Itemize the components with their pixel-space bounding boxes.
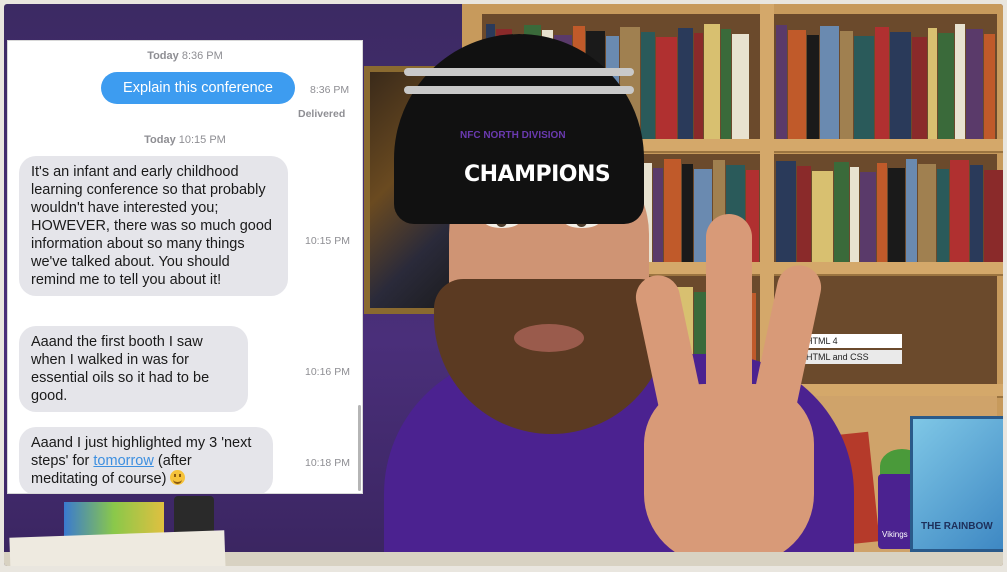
book-spine: [966, 29, 983, 139]
three-finger-hand: [614, 214, 834, 566]
book-spine: [970, 165, 983, 262]
rainbow-fish-poster: THE RAINBOW: [910, 416, 1003, 552]
timestamp-header-2: Today 10:15 PM: [144, 134, 226, 146]
notepad: [9, 530, 226, 566]
incoming-message-2[interactable]: Aaand the first booth I saw when I walke…: [19, 326, 248, 412]
beanie-champions-text: CHAMPIONS: [464, 162, 611, 187]
smiley-emoji-icon: [170, 470, 186, 485]
book-spine: [918, 164, 936, 262]
incoming-message-3[interactable]: Aaand I just highlighted my 3 'next step…: [19, 427, 273, 493]
book-spine: [937, 169, 949, 262]
book-spine: [984, 34, 995, 139]
book-spine: [890, 32, 911, 139]
presenter: NFC NORTH DIVISION CHAMPIONS: [364, 24, 864, 566]
incoming-message-2-time: 10:16 PM: [305, 366, 350, 378]
book-spine: [984, 170, 1003, 262]
incoming-message-1[interactable]: It's an infant and early childhood learn…: [19, 156, 288, 296]
tomorrow-link[interactable]: tomorrow: [93, 453, 153, 469]
book-spine: [950, 160, 969, 262]
scrollbar[interactable]: [358, 405, 361, 491]
book-spine: [888, 168, 905, 262]
timestamp-header-1: Today 8:36 PM: [147, 50, 223, 62]
book-spine: [875, 27, 889, 139]
imessage-panel: Today 8:36 PM Explain this conference 8:…: [8, 41, 362, 493]
incoming-message-3-time: 10:18 PM: [305, 457, 350, 469]
beanie-subtext: NFC NORTH DIVISION: [460, 130, 566, 141]
outgoing-message-time: 8:36 PM: [310, 84, 350, 96]
poster-title: THE RAINBOW: [921, 521, 993, 532]
beanie: NFC NORTH DIVISION CHAMPIONS: [394, 34, 644, 224]
book-spine: [877, 163, 887, 262]
delivered-status: Delivered: [298, 108, 346, 120]
cup-label: Vikings: [882, 530, 908, 539]
incoming-message-1-time: 10:15 PM: [305, 235, 350, 247]
book-spine: [955, 24, 965, 139]
book-spine: [928, 28, 937, 139]
outgoing-message[interactable]: Explain this conference: [101, 72, 295, 104]
book-spine: [906, 159, 917, 262]
book-spine: [938, 33, 954, 139]
book-spine: [912, 37, 927, 139]
mouth: [514, 324, 584, 352]
